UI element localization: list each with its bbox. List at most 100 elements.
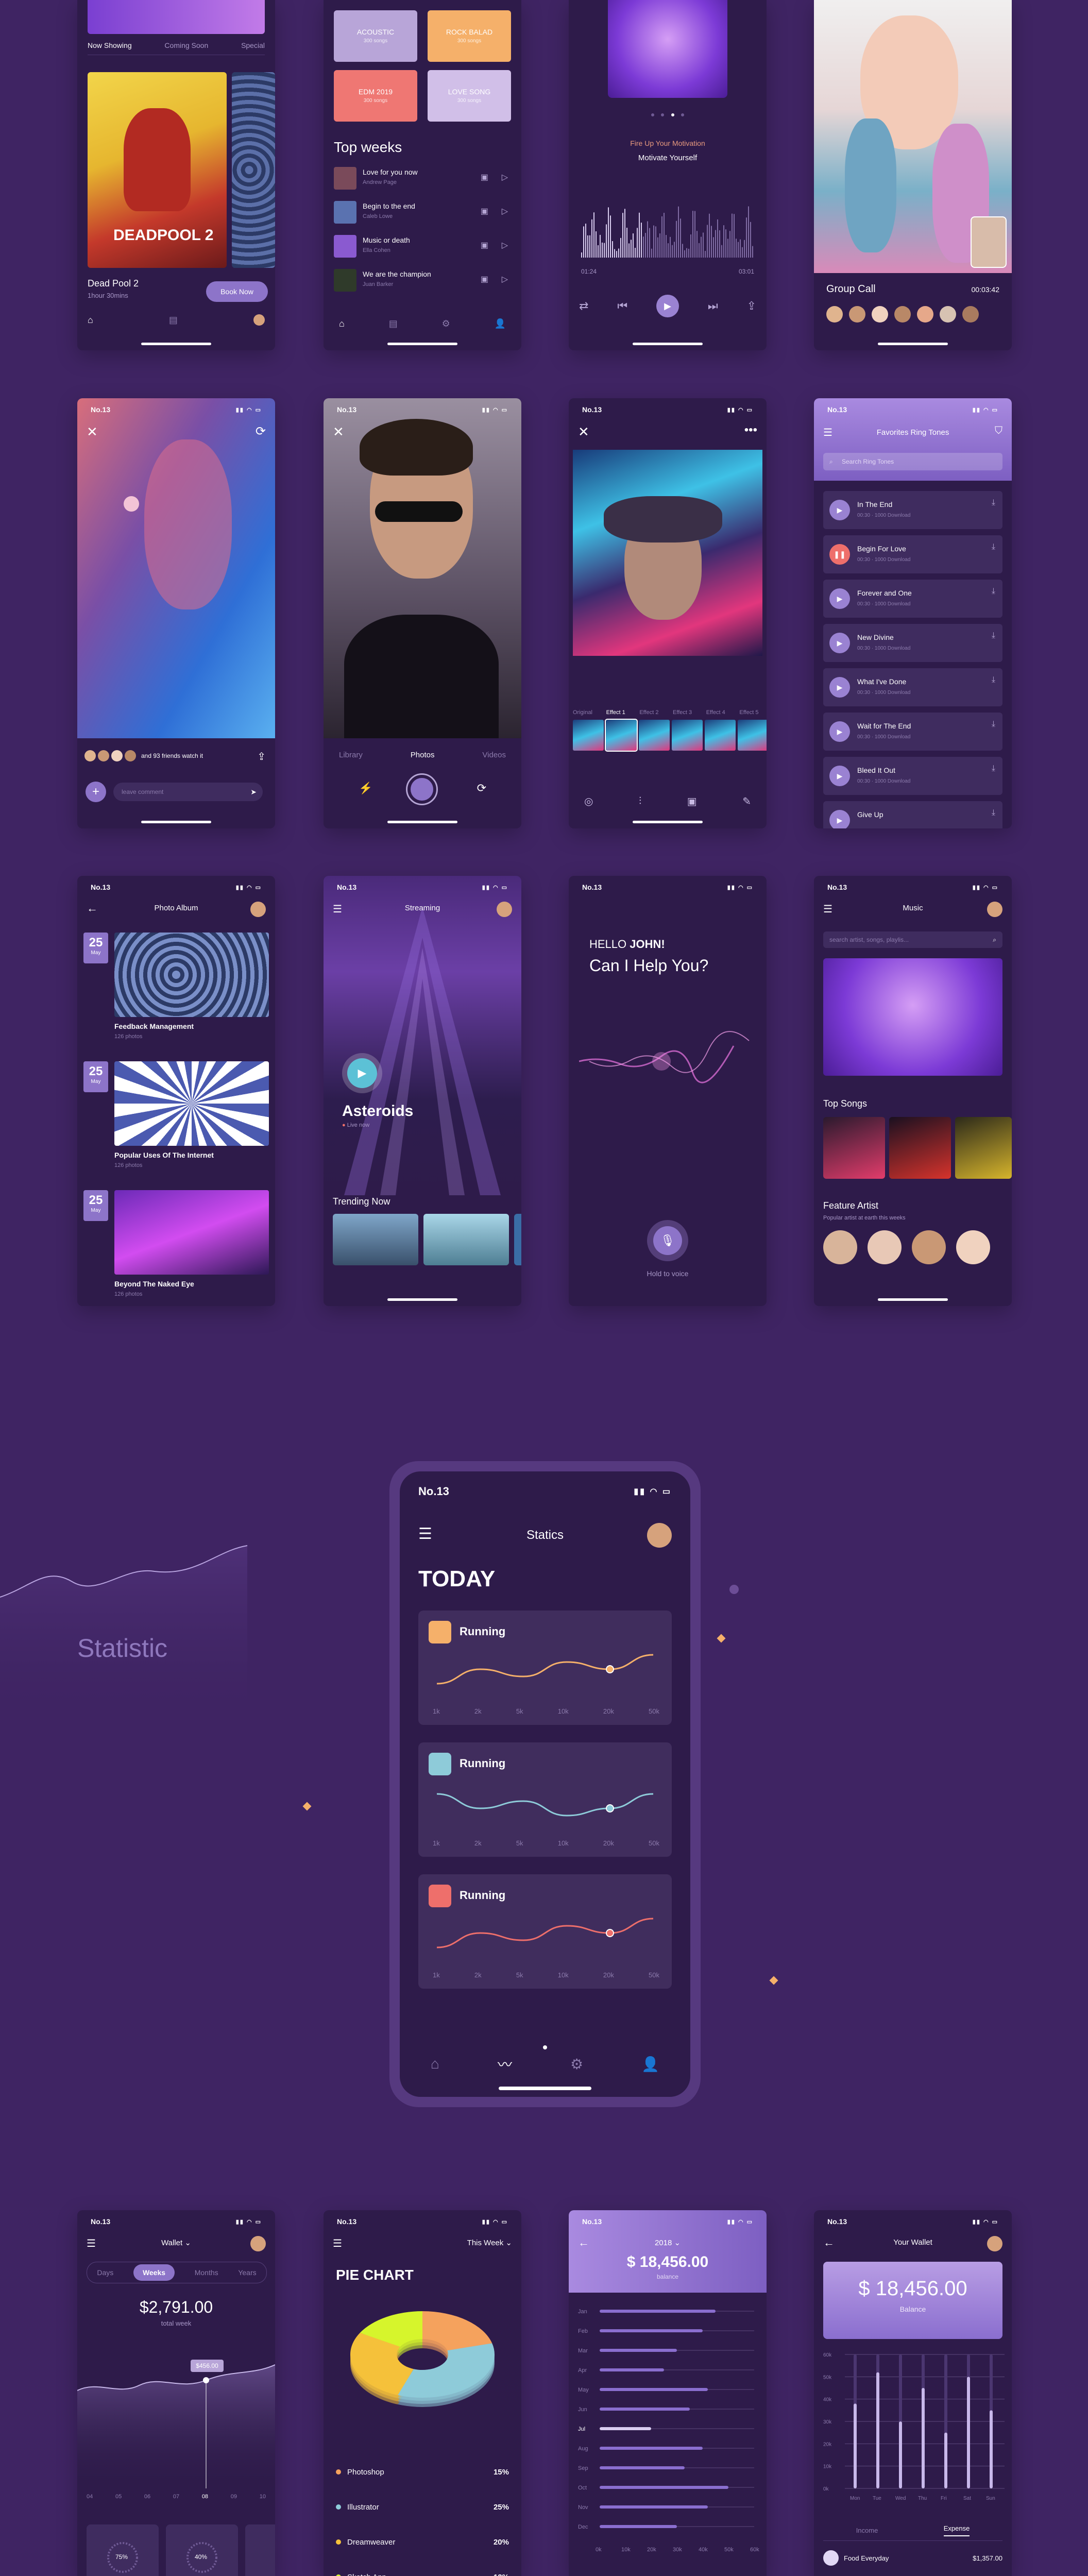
bag-icon[interactable]: ⛉ bbox=[995, 425, 1002, 437]
mode-library[interactable]: Library bbox=[339, 751, 363, 759]
month-bar[interactable] bbox=[600, 2368, 664, 2371]
ringtone-row[interactable]: ▶ Bleed It Out 00:30 · 1000 Download ⤓ bbox=[823, 757, 1002, 795]
shuffle-icon[interactable]: ⇄ bbox=[579, 299, 588, 313]
play-button[interactable]: ▶ bbox=[829, 500, 850, 520]
day-bar[interactable] bbox=[967, 2377, 970, 2488]
song-row[interactable]: We are the champion Juan Barker ▣ ▷ bbox=[334, 267, 511, 294]
mode-videos[interactable]: Videos bbox=[482, 751, 506, 759]
month-bar[interactable] bbox=[600, 2310, 716, 2313]
day-bar[interactable] bbox=[990, 2410, 993, 2488]
movie-poster[interactable]: DEADPOOL 2 bbox=[88, 72, 227, 268]
film-icon[interactable]: ▤ bbox=[389, 318, 398, 329]
play-button[interactable]: ▶ bbox=[829, 633, 850, 653]
home-icon[interactable]: ⌂ bbox=[88, 315, 93, 326]
filter-label[interactable]: Effect 5 bbox=[739, 709, 767, 716]
ringtone-row[interactable]: ▶ Give Up ⤓ bbox=[823, 801, 1002, 828]
artist-avatar[interactable] bbox=[868, 1230, 902, 1264]
genre-tile[interactable]: ROCK BALAD 300 songs bbox=[428, 10, 511, 62]
featured-album[interactable] bbox=[823, 958, 1002, 1076]
refresh-icon[interactable]: ⟳ bbox=[256, 424, 266, 439]
video-icon[interactable]: ▣ bbox=[481, 206, 488, 216]
ringtone-row[interactable]: ▶ In The End 00:30 · 1000 Download ⤓ bbox=[823, 491, 1002, 529]
goal-card[interactable] bbox=[245, 2524, 275, 2576]
day-bar[interactable] bbox=[876, 2372, 879, 2488]
self-view-thumbnail[interactable] bbox=[971, 216, 1007, 268]
brush-icon[interactable]: ✎ bbox=[742, 795, 751, 808]
top-song-item[interactable] bbox=[889, 1117, 951, 1179]
album-cover[interactable] bbox=[114, 933, 269, 1017]
stat-point[interactable] bbox=[606, 1665, 614, 1673]
home-icon[interactable]: ⌂ bbox=[339, 318, 345, 329]
avatar[interactable] bbox=[987, 2236, 1002, 2251]
avatar[interactable] bbox=[497, 902, 512, 917]
play-icon[interactable]: ▷ bbox=[502, 240, 508, 250]
send-icon[interactable]: ➤ bbox=[250, 783, 257, 801]
genre-tile[interactable]: EDM 2019 300 songs bbox=[334, 70, 417, 122]
album-cover[interactable] bbox=[114, 1190, 269, 1275]
comment-input[interactable]: leave comment ➤ bbox=[113, 783, 263, 801]
song-row[interactable]: Love for you now Andrew Page ▣ ▷ bbox=[334, 165, 511, 192]
filter-thumbnail[interactable] bbox=[738, 720, 767, 751]
video-icon[interactable]: ▣ bbox=[481, 240, 488, 250]
filter-thumbnail[interactable] bbox=[605, 719, 638, 752]
avatar[interactable] bbox=[250, 902, 266, 917]
close-icon[interactable]: ✕ bbox=[333, 424, 344, 440]
year-dropdown[interactable]: 2018 ⌄ bbox=[569, 2238, 767, 2247]
crop-icon[interactable]: ▣ bbox=[687, 795, 697, 808]
add-button[interactable]: + bbox=[86, 782, 106, 802]
stat-card[interactable]: Running 1k 2k 5k 10k 20k 50k bbox=[418, 1874, 672, 1989]
focus-point[interactable] bbox=[124, 496, 139, 512]
play-button[interactable]: ▶ bbox=[829, 677, 850, 698]
transaction-row[interactable]: Food Everyday $1,357.00 bbox=[823, 2550, 1002, 2566]
gear-icon[interactable]: ⚙ bbox=[442, 318, 450, 329]
play-icon[interactable]: ▷ bbox=[502, 172, 508, 182]
stat-card[interactable]: Running 1k 2k 5k 10k 20k 50k bbox=[418, 1742, 672, 1857]
avatar[interactable] bbox=[647, 1523, 672, 1548]
day-bar[interactable] bbox=[922, 2388, 925, 2488]
top-song-item[interactable] bbox=[955, 1117, 1012, 1179]
video-icon[interactable]: ▣ bbox=[481, 274, 488, 284]
artist-avatar[interactable] bbox=[823, 1230, 857, 1264]
gear-icon[interactable]: ⚙ bbox=[570, 2056, 583, 2073]
aperture-icon[interactable]: ◎ bbox=[584, 795, 593, 808]
video-icon[interactable]: ▣ bbox=[481, 172, 488, 182]
menu-icon[interactable]: ☰ bbox=[333, 2237, 342, 2250]
close-icon[interactable]: ✕ bbox=[87, 424, 98, 440]
month-bar[interactable] bbox=[600, 2466, 685, 2469]
download-icon[interactable]: ⤓ bbox=[992, 498, 995, 507]
day-bar[interactable] bbox=[944, 2432, 947, 2488]
close-icon[interactable]: ✕ bbox=[578, 424, 589, 440]
tab-coming-soon[interactable]: Coming Soon bbox=[164, 41, 208, 49]
play-button[interactable]: ▶ bbox=[829, 766, 850, 786]
filter-label[interactable]: Effect 3 bbox=[673, 709, 700, 716]
avatar[interactable] bbox=[253, 314, 265, 326]
share-icon[interactable]: ⇪ bbox=[747, 299, 756, 313]
user-icon[interactable]: 👤 bbox=[495, 318, 506, 329]
play-button[interactable]: ▶ bbox=[829, 588, 850, 609]
ringtone-row[interactable]: ▶ New Divine 00:30 · 1000 Download ⤓ bbox=[823, 624, 1002, 662]
mode-photos[interactable]: Photos bbox=[411, 751, 435, 759]
day-bar[interactable] bbox=[899, 2421, 902, 2488]
ringtone-row[interactable]: ▶ Forever and One 00:30 · 1000 Download ⤓ bbox=[823, 580, 1002, 618]
period-dropdown[interactable]: This Week ⌄ bbox=[467, 2238, 512, 2247]
play-button[interactable]: ▶ bbox=[829, 721, 850, 742]
stat-card[interactable]: Running 1k 2k 5k 10k 20k 50k bbox=[418, 1611, 672, 1725]
month-bar[interactable] bbox=[600, 2329, 703, 2332]
play-button[interactable]: ▶ bbox=[656, 295, 679, 317]
genre-tile[interactable]: LOVE SONG 300 songs bbox=[428, 70, 511, 122]
flash-icon[interactable]: ⚡ bbox=[359, 782, 372, 795]
avatar[interactable] bbox=[987, 902, 1002, 917]
filter-thumbnail[interactable] bbox=[573, 720, 604, 751]
play-button[interactable]: ▶ bbox=[829, 810, 850, 828]
filter-label[interactable]: Effect 1 bbox=[606, 709, 634, 716]
tab-expense[interactable]: Expense bbox=[943, 2524, 970, 2536]
next-poster[interactable] bbox=[232, 72, 275, 268]
play-button[interactable]: ▶ bbox=[342, 1053, 382, 1093]
filter-thumbnail[interactable] bbox=[672, 720, 703, 751]
stat-point[interactable] bbox=[606, 1804, 614, 1812]
previous-icon[interactable]: ⏮ bbox=[617, 299, 627, 313]
song-row[interactable]: Music or death Ella Cohen ▣ ▷ bbox=[334, 233, 511, 260]
filter-label[interactable]: Original bbox=[573, 709, 600, 716]
month-bar[interactable] bbox=[600, 2427, 651, 2430]
shutter-button[interactable] bbox=[406, 773, 438, 805]
